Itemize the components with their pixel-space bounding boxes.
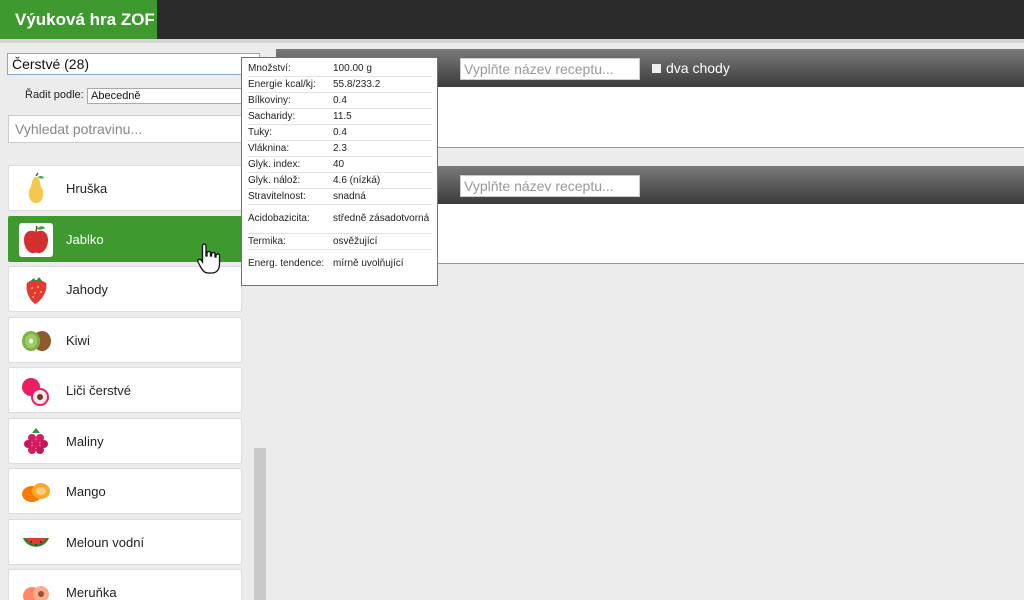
nutrition-value: 0.4 — [333, 124, 432, 141]
nutrition-row: Stravitelnost: snadná — [248, 188, 432, 205]
nutrition-row: Glyk. index: 40 — [248, 156, 432, 173]
food-item-label: Maliny — [66, 434, 104, 449]
nutrition-label: Energ. tendence: — [248, 258, 325, 269]
food-item-label: Jablko — [66, 232, 104, 247]
nutrition-row: Bílkoviny: 0.4 — [248, 92, 432, 109]
nutrition-row: Energ. tendence: mírně uvolňující — [248, 250, 432, 279]
food-item-label: Mango — [66, 484, 106, 499]
food-item-merunka[interactable]: Meruňka — [8, 569, 242, 600]
food-item-kiwi[interactable]: Kiwi — [8, 317, 242, 363]
nutrition-row: Termika: osvěžující — [248, 233, 432, 250]
hand-cursor-icon — [196, 242, 224, 281]
food-item-label: Meruňka — [66, 585, 117, 600]
checkbox-icon — [652, 64, 661, 73]
nutrition-row: Sacharidy: 11.5 — [248, 108, 432, 125]
nutrition-label: Acidobazicita: — [248, 204, 333, 234]
nutrition-value: středně zásadotvorná — [333, 204, 432, 234]
food-item-label: Meloun vodní — [66, 535, 145, 550]
nutrition-label: Sacharidy: — [248, 108, 333, 125]
two-courses-label: dva chody — [666, 60, 730, 76]
nutrition-label: Množství: — [248, 61, 333, 77]
nutrition-value: 55.8/233.2 — [333, 76, 432, 93]
pear-icon — [19, 172, 53, 206]
apple-icon — [19, 223, 53, 257]
app-title[interactable]: Výuková hra ZOF — [0, 0, 157, 39]
food-search-input[interactable] — [8, 115, 248, 143]
strawberry-icon — [19, 273, 53, 307]
food-item-label: Kiwi — [66, 333, 90, 348]
category-select[interactable]: Čerstvé (28) — [7, 53, 260, 75]
nutrition-value: 11.5 — [333, 108, 432, 125]
nutrition-value: snadná — [333, 188, 432, 205]
nutrition-tooltip: Množství: 100.00 g Energie kcal/kj: 55.8/2… — [241, 57, 438, 286]
sort-label: Řadit podle: — [25, 89, 84, 101]
nutrition-row: Acidobazicita: středně zásadotvorná — [248, 204, 432, 234]
nutrition-value: 4.6 (nízká) — [333, 172, 432, 189]
nutrition-row: Energie kcal/kj: 55.8/233.2 — [248, 76, 432, 93]
nutrition-label: Glyk. index: — [248, 156, 333, 173]
food-item-maliny[interactable]: Maliny — [8, 418, 242, 464]
apricot-icon — [19, 576, 53, 600]
food-item-label: Jahody — [66, 282, 108, 297]
sort-select[interactable]: Abecedně — [87, 88, 247, 104]
nutrition-label: Stravitelnost: — [248, 188, 333, 205]
nutrition-label: Glyk. nálož: — [248, 172, 333, 189]
food-list-scrollbar[interactable] — [254, 448, 266, 600]
nutrition-label: Energie kcal/kj: — [248, 76, 333, 93]
nutrition-row: Množství: 100.00 g — [248, 61, 432, 77]
nutrition-value: osvěžující — [333, 233, 432, 250]
nutrition-value: 40 — [333, 156, 432, 173]
raspberry-icon — [19, 425, 53, 459]
mango-icon — [19, 475, 53, 509]
nutrition-label: Termika: — [248, 233, 333, 250]
nutrition-table: Množství: 100.00 g Energie kcal/kj: 55.8/2… — [248, 61, 432, 278]
food-item-hruska[interactable]: Hruška — [8, 165, 242, 211]
lychee-icon — [19, 374, 53, 408]
top-bar: Výuková hra ZOF — [0, 0, 1024, 39]
food-list: Hruška Jablko Jahody Kiwi Liči čerstvé M… — [0, 158, 262, 600]
recipe-name-input[interactable] — [460, 175, 640, 197]
nutrition-row: Glyk. nálož: 4.6 (nízká) — [248, 172, 432, 189]
food-panel: Čerstvé (28) Řadit podle: Abecedně Hrušk… — [0, 43, 266, 600]
food-item-label: Liči čerstvé — [66, 383, 132, 398]
food-item-meloun[interactable]: Meloun vodní — [8, 519, 242, 565]
nutrition-value: 100.00 g — [333, 61, 432, 77]
food-item-lici[interactable]: Liči čerstvé — [8, 367, 242, 413]
food-item-label: Hruška — [66, 181, 108, 196]
nutrition-label: Vláknina: — [248, 140, 333, 157]
nutrition-value: mírně uvolňující — [333, 258, 404, 269]
kiwi-icon — [19, 324, 53, 358]
two-courses-checkbox[interactable]: dva chody — [652, 60, 730, 76]
nutrition-row: Tuky: 0.4 — [248, 124, 432, 141]
nutrition-label: Bílkoviny: — [248, 92, 333, 109]
nutrition-value: 2.3 — [333, 140, 432, 157]
food-item-mango[interactable]: Mango — [8, 468, 242, 514]
nutrition-label: Tuky: — [248, 124, 333, 141]
watermelon-icon — [19, 526, 53, 560]
recipe-name-input[interactable] — [460, 58, 640, 80]
nutrition-row: Vláknina: 2.3 — [248, 140, 432, 157]
nutrition-value: 0.4 — [333, 92, 432, 109]
